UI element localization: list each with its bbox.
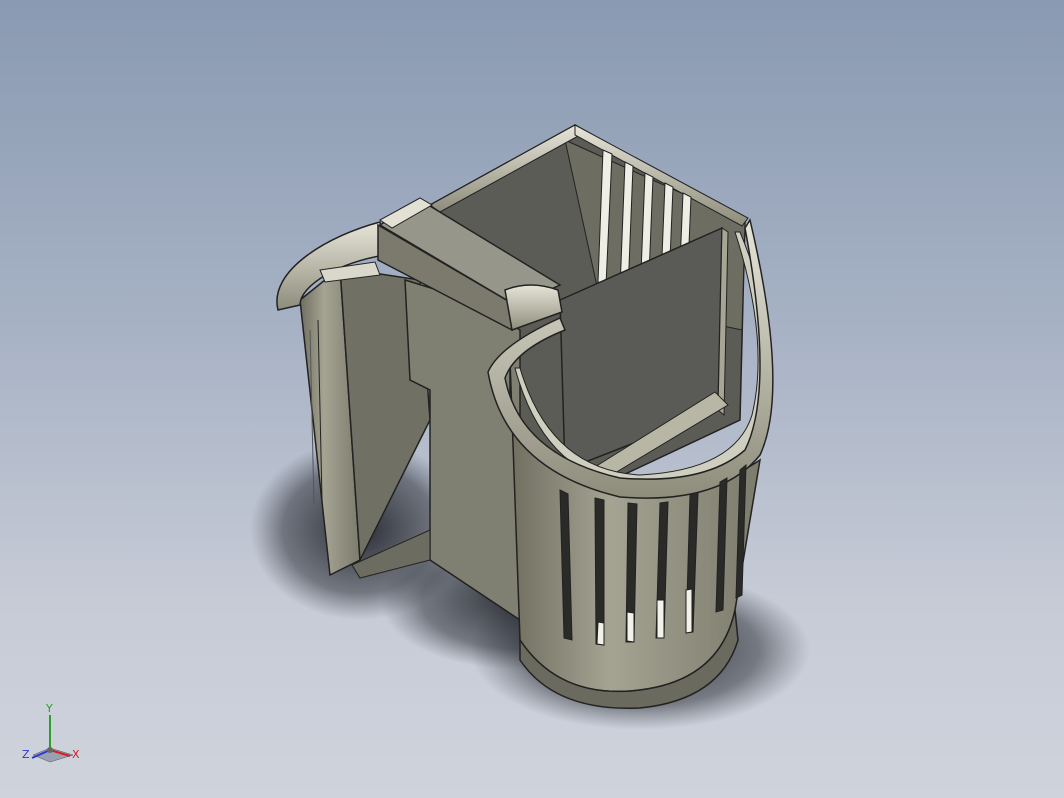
3d-model-basket[interactable] — [0, 0, 1064, 798]
orientation-triad[interactable]: Y X Z — [18, 700, 88, 770]
graphics-viewport[interactable]: Y X Z — [0, 0, 1064, 798]
z-axis-label: Z — [22, 748, 30, 761]
y-axis-label: Y — [46, 702, 53, 715]
x-axis-label: X — [72, 748, 80, 761]
triad-origin-icon — [47, 747, 53, 753]
